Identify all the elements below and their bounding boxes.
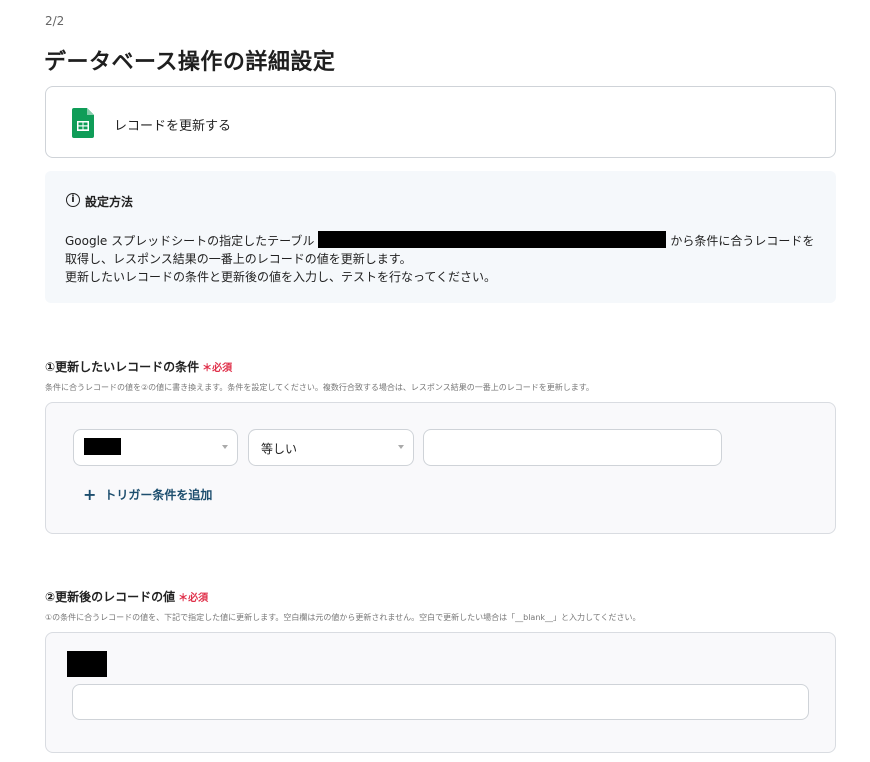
required-mark: ＊必須 [202,363,233,374]
redacted-field-label [67,651,107,677]
redacted-field-name [84,438,121,455]
operator-value: 等しい [261,442,298,456]
info-text-before: Google スプレッドシートの指定したテーブル [65,234,315,248]
section2-description: ①の条件に合うレコードの値を、下記で指定した値に更新します。空白欄は元の値から更… [45,613,641,622]
action-label: レコードを更新する [114,119,232,134]
chevron-down-icon [222,445,228,449]
operator-select[interactable]: 等しい [248,429,414,466]
action-card[interactable]: レコードを更新する [45,86,836,158]
google-sheets-icon [72,108,94,138]
field-select[interactable] [73,429,238,466]
info-title: 設定方法 [85,195,134,209]
section2-heading: ②更新後のレコードの値 ＊必須 [45,588,208,605]
condition-value-input[interactable] [423,429,722,466]
chevron-down-icon [398,445,404,449]
update-value-panel [45,632,836,753]
info-box: i 設定方法 Google スプレッドシートの指定したテーブル から条件に合うレコ… [45,171,836,303]
plus-icon: + [83,485,97,504]
section1-title: ①更新したいレコードの条件 [45,360,200,374]
page-title: データベース操作の詳細設定 [44,50,336,75]
required-mark: ＊必須 [178,593,209,604]
update-value-input[interactable] [72,684,809,720]
info-text: Google スプレッドシートの指定したテーブル から条件に合うレコードを取得し、… [65,231,820,286]
info-text-line3: 更新したいレコードの条件と更新後の値を入力し、テストを行なってください。 [65,270,497,284]
add-condition-button[interactable]: + トリガー条件を追加 [83,485,212,504]
add-condition-label: トリガー条件を追加 [104,488,213,502]
redacted-table-name [318,231,667,248]
condition-panel: 等しい + トリガー条件を追加 [45,402,836,534]
section1-description: 条件に合うレコードの値を②の値に書き換えます。条件を設定してください。複数行合致… [45,383,594,392]
section2-title: ②更新後のレコードの値 [45,590,176,604]
info-icon: i [66,193,80,207]
step-indicator: 2/2 [45,14,65,28]
section1-heading: ①更新したいレコードの条件 ＊必須 [45,358,232,375]
